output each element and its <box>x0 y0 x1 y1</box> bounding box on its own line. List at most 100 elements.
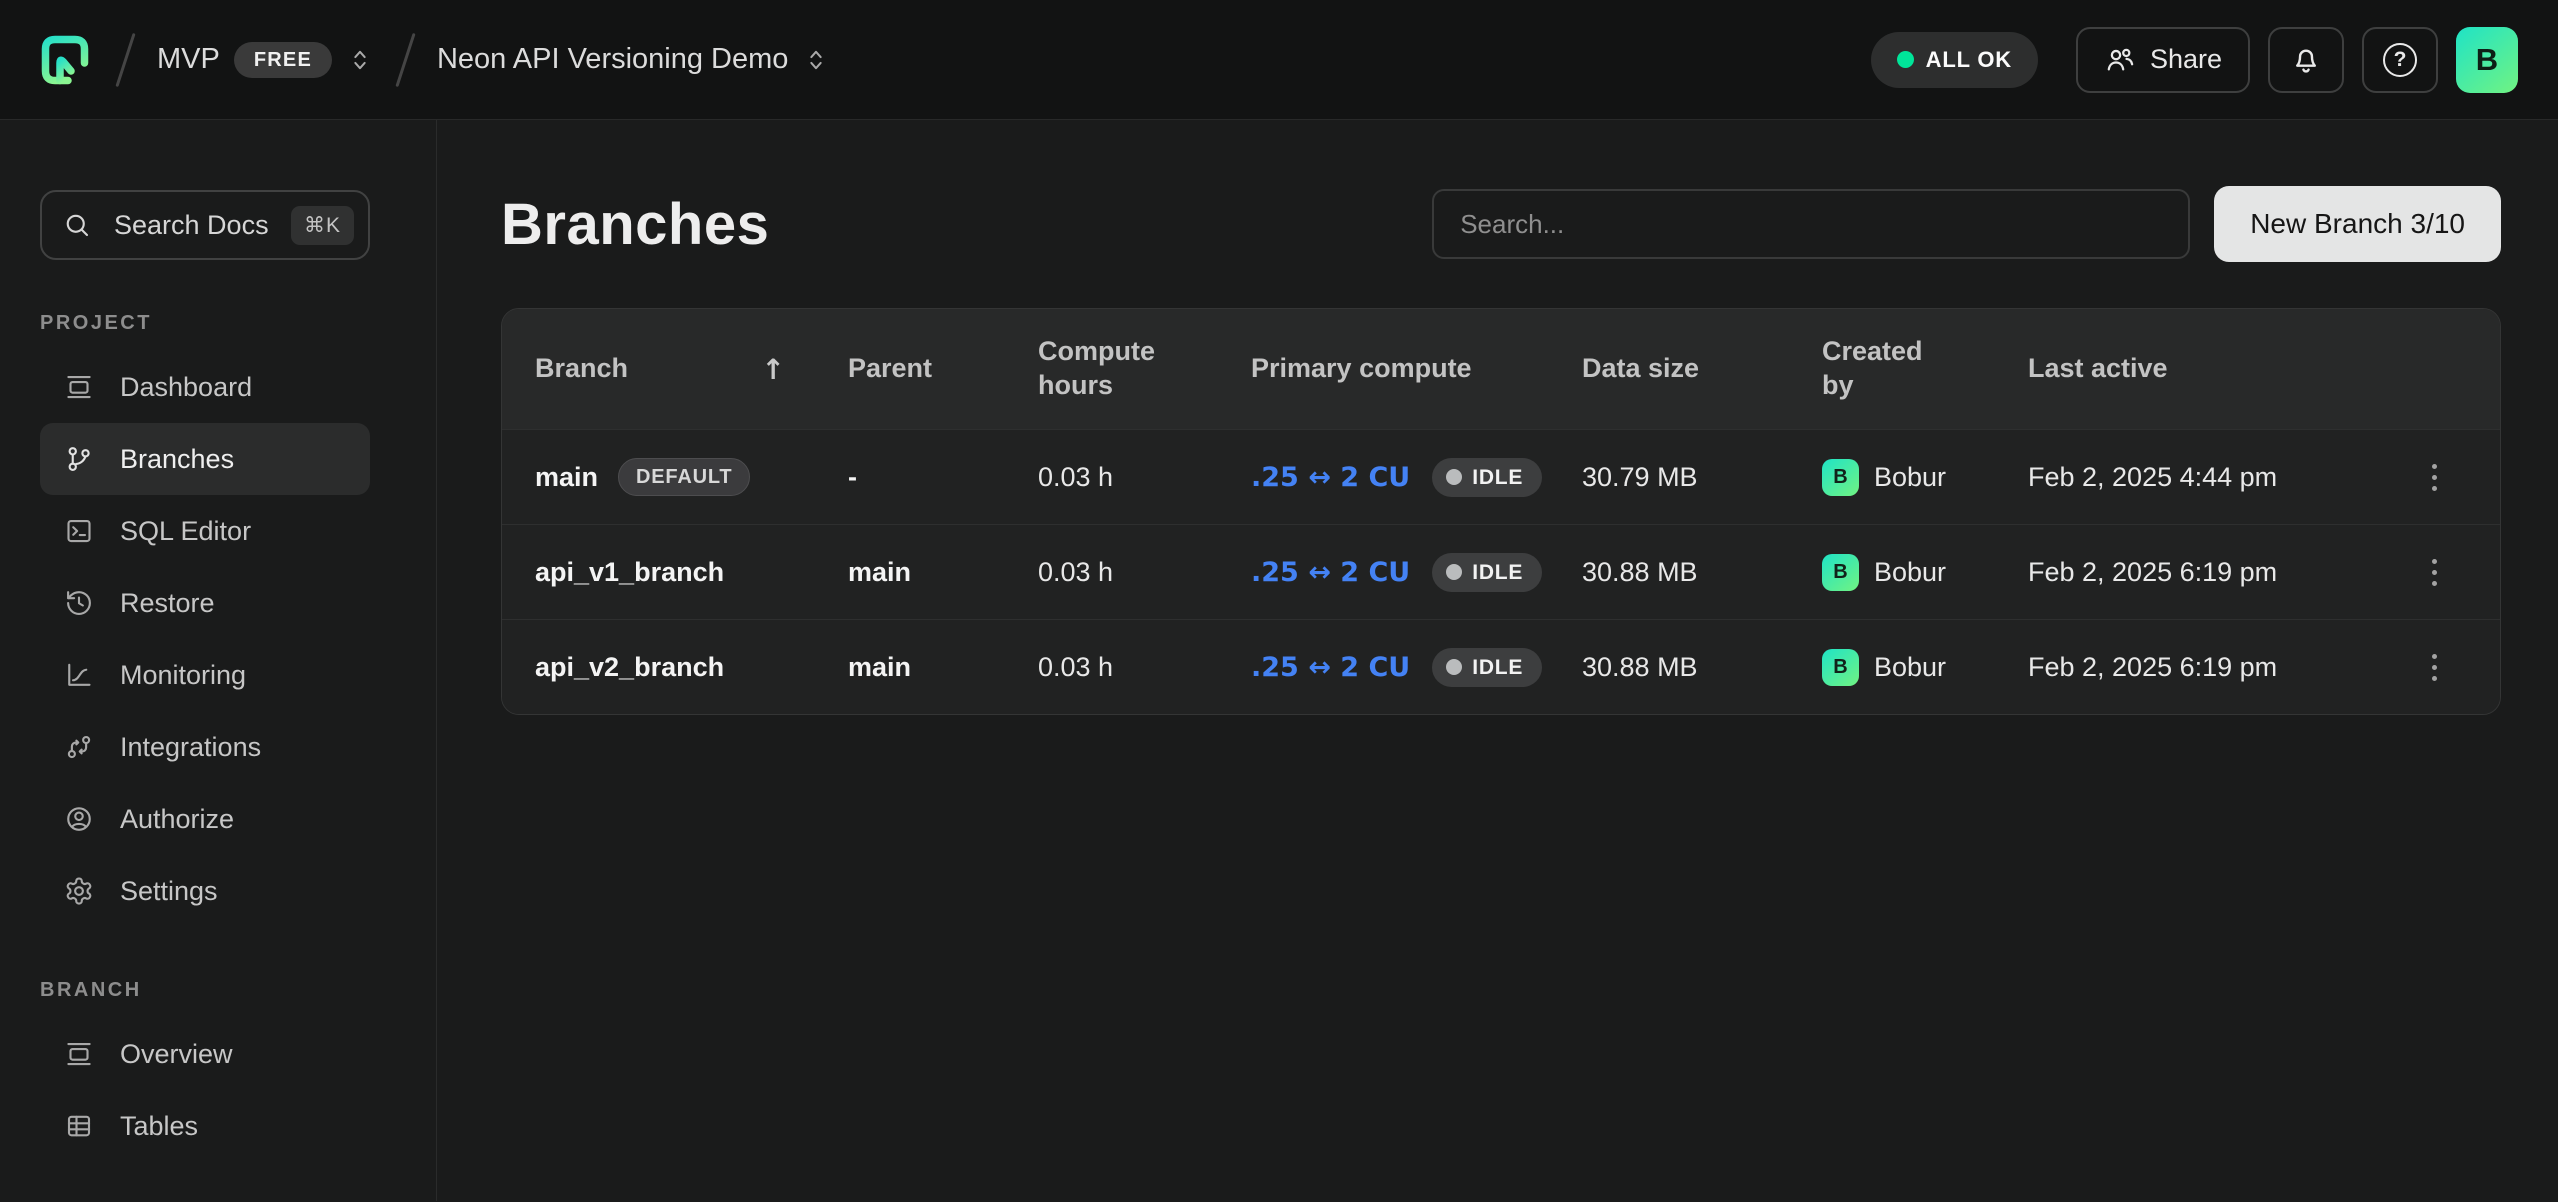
data-size: 30.79 MB <box>1549 462 1789 493</box>
tables-icon <box>64 1111 94 1141</box>
org-switcher[interactable]: MVP FREE <box>157 42 374 78</box>
branch-name[interactable]: api_v1_branch <box>535 557 724 588</box>
search-docs-button[interactable]: Search Docs ⌘K <box>40 190 370 260</box>
creator-avatar: B <box>1822 554 1859 591</box>
chevron-updown-icon <box>802 46 830 74</box>
column-header-compute-hours[interactable]: Compute hours <box>1005 335 1218 403</box>
row-actions-menu-icon[interactable] <box>2369 464 2500 491</box>
dashboard-icon <box>64 372 94 402</box>
row-actions-menu-icon[interactable] <box>2369 559 2500 586</box>
compute-hours: 0.03 h <box>1005 557 1218 588</box>
idle-dot <box>1446 469 1462 485</box>
bell-icon <box>2289 43 2323 77</box>
keyboard-shortcut-badge: ⌘K <box>291 206 354 245</box>
status-label: ALL OK <box>1926 47 2012 73</box>
compute-size-link[interactable]: .25 ↔ 2 CU <box>1251 557 1410 588</box>
branch-name[interactable]: main <box>535 462 598 493</box>
sidebar-item-label: Integrations <box>120 732 261 763</box>
parent-branch: - <box>848 462 857 493</box>
column-header-branch[interactable]: Branch ↑ <box>502 352 815 387</box>
sidebar-item-monitoring[interactable]: Monitoring <box>40 639 370 711</box>
org-name: MVP <box>157 43 220 76</box>
table-header-row: Branch ↑ Parent Compute hours Primary co… <box>502 309 2500 429</box>
system-status-badge[interactable]: ALL OK <box>1871 32 2038 88</box>
share-label: Share <box>2150 44 2222 75</box>
topbar: MVP FREE Neon API Versioning Demo ALL OK… <box>0 0 2558 120</box>
user-avatar[interactable]: B <box>2456 27 2518 93</box>
column-header-primary-compute[interactable]: Primary compute <box>1218 352 1549 386</box>
people-icon <box>2104 44 2136 76</box>
parent-branch: main <box>848 557 911 588</box>
sidebar-item-overview[interactable]: Overview <box>40 1018 370 1090</box>
idle-dot <box>1446 564 1462 580</box>
branch-search-input[interactable] <box>1432 189 2190 259</box>
creator-avatar: B <box>1822 649 1859 686</box>
status-ok-dot <box>1897 51 1914 68</box>
column-header-data-size[interactable]: Data size <box>1549 352 1789 386</box>
project-switcher[interactable]: Neon API Versioning Demo <box>437 43 830 76</box>
sidebar-item-label: Authorize <box>120 804 234 835</box>
sql-editor-icon <box>64 516 94 546</box>
column-header-created-by[interactable]: Created by <box>1789 335 1995 403</box>
creator-avatar: B <box>1822 459 1859 496</box>
compute-hours: 0.03 h <box>1005 652 1218 683</box>
table-row[interactable]: api_v1_branch main 0.03 h .25 ↔ 2 CU IDL… <box>502 524 2500 619</box>
sidebar-item-sql-editor[interactable]: SQL Editor <box>40 495 370 567</box>
settings-icon <box>64 876 94 906</box>
sidebar-item-label: Restore <box>120 588 215 619</box>
sidebar-item-integrations[interactable]: Integrations <box>40 711 370 783</box>
last-active: Feb 2, 2025 6:19 pm <box>1995 652 2369 683</box>
branches-table: Branch ↑ Parent Compute hours Primary co… <box>501 308 2501 715</box>
search-icon <box>62 210 92 240</box>
section-label-branch: BRANCH <box>40 979 394 1002</box>
compute-size-link[interactable]: .25 ↔ 2 CU <box>1251 652 1410 683</box>
question-icon: ? <box>2383 43 2417 77</box>
table-row[interactable]: api_v2_branch main 0.03 h .25 ↔ 2 CU IDL… <box>502 619 2500 714</box>
project-name: Neon API Versioning Demo <box>437 43 788 76</box>
sidebar-item-label: Branches <box>120 444 234 475</box>
sidebar-item-label: Settings <box>120 876 218 907</box>
compute-hours: 0.03 h <box>1005 462 1218 493</box>
default-badge: DEFAULT <box>618 458 750 496</box>
sidebar-item-settings[interactable]: Settings <box>40 855 370 927</box>
sidebar-item-label: SQL Editor <box>120 516 251 547</box>
new-branch-button[interactable]: New Branch 3/10 <box>2214 186 2501 262</box>
compute-size-link[interactable]: .25 ↔ 2 CU <box>1251 462 1410 493</box>
data-size: 30.88 MB <box>1549 557 1789 588</box>
compute-state-badge: IDLE <box>1432 553 1542 592</box>
branch-name[interactable]: api_v2_branch <box>535 652 724 683</box>
table-row[interactable]: main DEFAULT - 0.03 h .25 ↔ 2 CU IDLE 30… <box>502 429 2500 524</box>
page-title: Branches <box>501 191 769 258</box>
integrations-icon <box>64 732 94 762</box>
sidebar-item-label: Dashboard <box>120 372 252 403</box>
parent-branch: main <box>848 652 911 683</box>
plan-badge: FREE <box>234 42 332 78</box>
breadcrumb-separator <box>395 32 415 86</box>
share-button[interactable]: Share <box>2076 27 2250 93</box>
creator-name: Bobur <box>1874 462 1946 493</box>
row-actions-menu-icon[interactable] <box>2369 654 2500 681</box>
column-header-parent[interactable]: Parent <box>815 352 1005 386</box>
help-button[interactable]: ? <box>2362 27 2438 93</box>
sidebar-item-label: Overview <box>120 1039 233 1070</box>
overview-icon <box>64 1039 94 1069</box>
authorize-icon <box>64 804 94 834</box>
search-docs-label: Search Docs <box>114 210 269 241</box>
notifications-button[interactable] <box>2268 27 2344 93</box>
column-header-last-active[interactable]: Last active <box>1995 352 2369 386</box>
neon-logo-icon[interactable] <box>40 30 90 90</box>
sidebar: Search Docs ⌘K PROJECT Dashboard Branche… <box>0 120 437 1201</box>
main-content: Branches New Branch 3/10 Branch ↑ Parent… <box>437 120 2558 1201</box>
data-size: 30.88 MB <box>1549 652 1789 683</box>
compute-state-badge: IDLE <box>1432 458 1542 497</box>
chevron-updown-icon <box>346 46 374 74</box>
sidebar-item-authorize[interactable]: Authorize <box>40 783 370 855</box>
creator-name: Bobur <box>1874 652 1946 683</box>
sort-asc-icon[interactable]: ↑ <box>762 352 785 387</box>
last-active: Feb 2, 2025 6:19 pm <box>1995 557 2369 588</box>
sidebar-item-branches[interactable]: Branches <box>40 423 370 495</box>
sidebar-item-tables[interactable]: Tables <box>40 1090 370 1162</box>
sidebar-item-dashboard[interactable]: Dashboard <box>40 351 370 423</box>
sidebar-item-restore[interactable]: Restore <box>40 567 370 639</box>
restore-icon <box>64 588 94 618</box>
